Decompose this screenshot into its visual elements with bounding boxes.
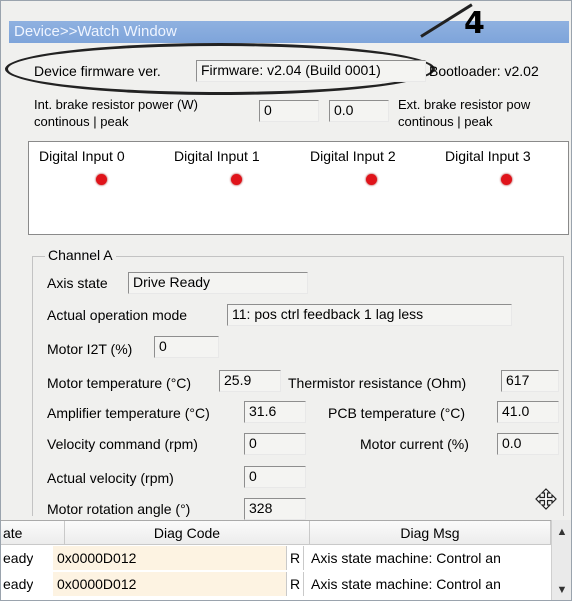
- digital-input-0-led-icon: [96, 174, 107, 185]
- channel-title: Channel A: [45, 247, 116, 263]
- motor-temp-field: 25.9: [219, 370, 281, 392]
- rotation-angle-label: Motor rotation angle (°): [47, 501, 191, 517]
- digital-input-3-led-icon: [501, 174, 512, 185]
- rotation-angle-field: 328: [244, 498, 306, 520]
- motor-temp-label: Motor temperature (°C): [47, 375, 192, 391]
- pcb-temp-field: 41.0: [497, 401, 559, 423]
- row-1-flag: R: [286, 572, 304, 596]
- row-1-msg[interactable]: Axis state machine: Control an: [311, 572, 549, 596]
- move-icon[interactable]: [535, 488, 557, 510]
- ext-brake-label: Ext. brake resistor pow: [398, 97, 531, 112]
- motor-current-field: 0.0: [497, 433, 559, 455]
- row-0-msg[interactable]: Axis state machine: Control an: [311, 546, 549, 570]
- firmware-label: Device firmware ver.: [34, 63, 161, 79]
- table-scrollbar[interactable]: ▲ ▼: [551, 520, 571, 600]
- actual-velocity-field: 0: [244, 466, 306, 488]
- window-title: Device>>Watch Window: [9, 21, 569, 43]
- actual-velocity-label: Actual velocity (rpm): [47, 470, 174, 486]
- firmware-version-field: Firmware: v2.04 (Build 0001): [196, 60, 426, 82]
- i2t-label: Motor I2T (%): [47, 341, 133, 357]
- axis-state-field: Drive Ready: [128, 272, 308, 294]
- velocity-command-label: Velocity command (rpm): [47, 436, 198, 452]
- column-header-diag-code[interactable]: Diag Code: [65, 521, 310, 545]
- scroll-up-icon[interactable]: ▲: [552, 522, 571, 542]
- i2t-field: 0: [154, 336, 219, 358]
- int-brake-continuous-field: 0: [259, 100, 319, 122]
- thermistor-label: Thermistor resistance (Ohm): [288, 375, 467, 391]
- pcb-temp-label: PCB temperature (°C): [328, 405, 466, 421]
- row-1-code[interactable]: 0x0000D012: [57, 572, 136, 596]
- scroll-down-icon[interactable]: ▼: [552, 580, 571, 600]
- int-brake-label: Int. brake resistor power (W): [34, 97, 198, 112]
- digital-input-3-label: Digital Input 3: [445, 148, 531, 164]
- op-mode-label: Actual operation mode: [47, 307, 188, 323]
- digital-input-1-label: Digital Input 1: [174, 148, 260, 164]
- digital-input-0-label: Digital Input 0: [39, 148, 125, 164]
- motor-current-label: Motor current (%): [360, 436, 469, 452]
- watch-window: Device>>Watch Window 4 Device firmware v…: [0, 0, 572, 601]
- column-header-diag-msg[interactable]: Diag Msg: [310, 521, 551, 545]
- row-0-code[interactable]: 0x0000D012: [57, 546, 136, 570]
- row-0-state: eady: [3, 550, 34, 566]
- column-header-state[interactable]: ate: [1, 521, 65, 545]
- bootloader-version: Bootloader: v2.02: [429, 63, 539, 79]
- op-mode-field: 11: pos ctrl feedback 1 lag less: [227, 304, 512, 326]
- amp-temp-field: 31.6: [244, 401, 306, 423]
- diagnostics-table: ate Diag Code Diag Msg eady 0x0000D012 R…: [1, 520, 571, 600]
- digital-inputs-panel: Digital Input 0 Digital Input 1 Digital …: [28, 141, 569, 235]
- digital-input-2-led-icon: [366, 174, 377, 185]
- int-brake-sublabel: continous | peak: [34, 114, 129, 129]
- digital-input-2-label: Digital Input 2: [310, 148, 396, 164]
- axis-state-label: Axis state: [47, 275, 108, 291]
- ext-brake-sublabel: continous | peak: [398, 114, 493, 129]
- amp-temp-label: Amplifier temperature (°C): [47, 405, 210, 421]
- velocity-command-field: 0: [244, 433, 306, 455]
- digital-input-1-led-icon: [231, 174, 242, 185]
- row-0-flag: R: [286, 546, 304, 570]
- callout-number: 4: [464, 6, 485, 41]
- thermistor-field: 617: [501, 370, 559, 392]
- row-1-state: eady: [3, 576, 34, 592]
- int-brake-peak-field: 0.0: [329, 100, 389, 122]
